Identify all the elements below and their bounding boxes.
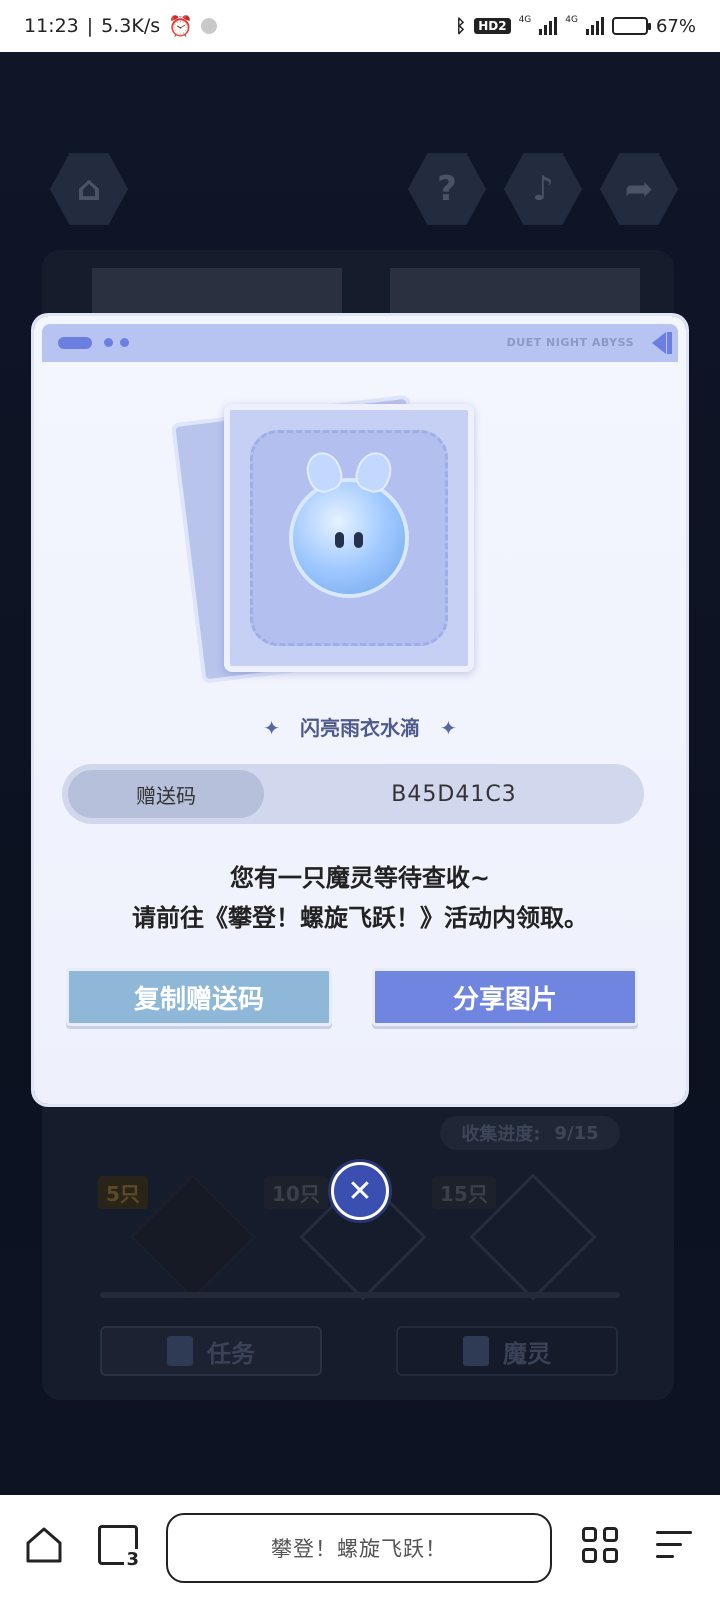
- modal-header: DUET NIGHT ABYSS: [42, 324, 678, 362]
- milestone-label: 10只: [264, 1176, 328, 1209]
- network-label-1: 4G: [518, 14, 532, 25]
- spirit-ear: [351, 447, 397, 497]
- tabs-icon[interactable]: 3: [98, 1525, 141, 1570]
- claim-message-line2: 请前往《攀登！螺旋飞跃！》活动内领取。: [132, 904, 588, 932]
- apps-grid-icon[interactable]: [582, 1527, 620, 1565]
- signal-icon-1: [539, 17, 558, 35]
- header-dot-decor: [104, 338, 113, 347]
- gift-code-value[interactable]: B45D41C3: [264, 764, 644, 824]
- address-bar[interactable]: 攀登！螺旋飞跃！: [166, 1513, 552, 1583]
- milestone-label: 15只: [432, 1176, 496, 1209]
- battery-icon: [611, 17, 651, 35]
- milestone-label: 5只: [98, 1176, 148, 1209]
- tab-tasks[interactable]: 任务: [100, 1326, 322, 1376]
- hd-badge: HD2: [474, 18, 511, 34]
- alarm-icon: ⏰: [168, 14, 194, 38]
- spirit-icon: [463, 1336, 489, 1366]
- browser-bottom-bar: 3 攀登！螺旋飞跃！: [0, 1495, 720, 1601]
- item-name-row: ✦ 闪亮雨衣水滴 ✦: [34, 712, 686, 741]
- menu-icon[interactable]: [656, 1531, 692, 1561]
- battery-percent: 67%: [655, 15, 696, 37]
- status-bar: 11:23 | 5.3K/s ⏰ ᛒ HD2 4G 4G 67%: [0, 0, 720, 52]
- tab-tasks-label: 任务: [207, 1339, 255, 1368]
- copy-code-button[interactable]: 复制赠送码: [66, 968, 332, 1026]
- share-image-button[interactable]: 分享图片: [372, 968, 638, 1026]
- sparkle-icon: ✦: [263, 716, 280, 740]
- collect-label: 收集进度:: [461, 1124, 541, 1145]
- gift-modal: DUET NIGHT ABYSS ✦ 闪亮雨衣水滴 ✦ 赠送码 B45D41C3 您…: [34, 316, 686, 1104]
- tab-spirits[interactable]: 魔灵: [396, 1326, 618, 1376]
- task-icon: [167, 1336, 193, 1366]
- claim-message-line1: 您有一只魔灵等待查收~: [229, 864, 491, 892]
- sparkle-icon: ✦: [440, 716, 457, 740]
- notification-dot-icon: [201, 18, 218, 34]
- status-time: 11:23: [24, 15, 79, 37]
- status-right: ᛒ HD2 4G 4G 67%: [455, 14, 696, 37]
- header-pill-decor: [58, 337, 92, 349]
- raincoat-droplet-spirit-image: [289, 447, 409, 598]
- signal-icon-2: [585, 17, 604, 35]
- status-left: 11:23 | 5.3K/s ⏰: [24, 14, 218, 38]
- milestone-track: [100, 1292, 620, 1298]
- item-name: 闪亮雨衣水滴: [300, 716, 420, 740]
- status-speed: 5.3K/s: [101, 15, 161, 37]
- network-label-2: 4G: [565, 14, 578, 25]
- spirit-ear: [301, 447, 347, 497]
- gift-code-bar: 赠送码 B45D41C3: [62, 764, 644, 824]
- close-icon[interactable]: ✕: [331, 1162, 389, 1220]
- header-dot-decor: [120, 338, 129, 347]
- gift-code-label: 赠送码: [68, 770, 264, 818]
- collect-progress: 收集进度: 9/15: [440, 1116, 620, 1150]
- tab-spirits-label: 魔灵: [503, 1339, 551, 1368]
- item-card: [224, 404, 474, 672]
- spirit-eye: [354, 532, 363, 548]
- header-brand: DUET NIGHT ABYSS: [506, 336, 634, 349]
- home-outline-icon[interactable]: [24, 1525, 64, 1565]
- bluetooth-icon: ᛒ: [455, 15, 467, 37]
- header-bar-decor: [667, 332, 672, 354]
- claim-message: 您有一只魔灵等待查收~ 请前往《攀登！螺旋飞跃！》活动内领取。: [34, 858, 686, 938]
- tab-count: 3: [124, 1549, 141, 1570]
- item-card-inner: [250, 430, 448, 646]
- collect-value: 9/15: [554, 1122, 599, 1144]
- status-divider: |: [86, 15, 94, 37]
- header-arrow-icon: [652, 332, 666, 354]
- spirit-eye: [335, 532, 344, 548]
